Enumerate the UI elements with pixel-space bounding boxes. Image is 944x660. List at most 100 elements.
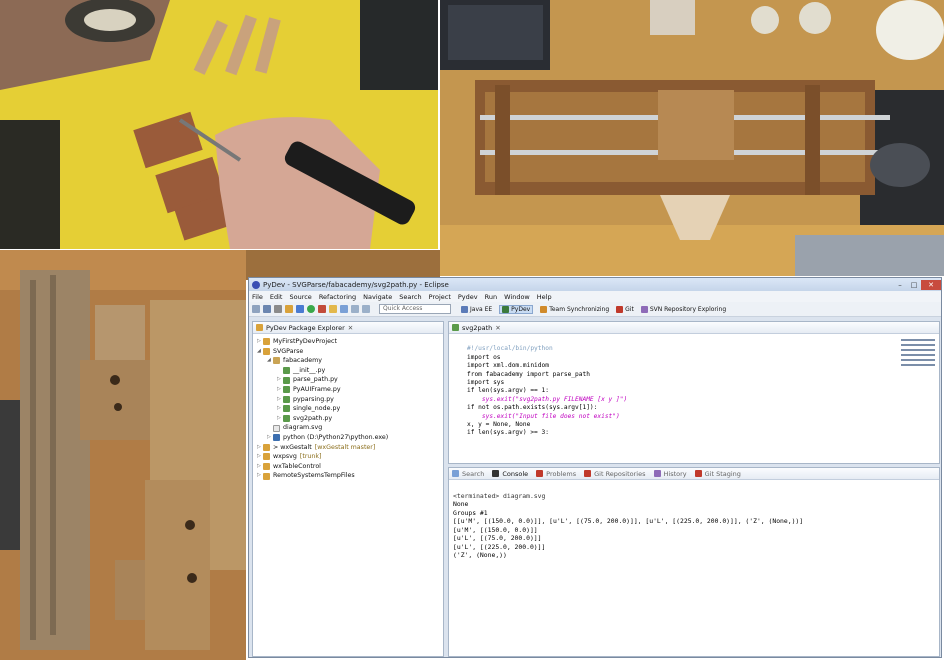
tab-console[interactable]: Console (492, 470, 528, 478)
menu-project[interactable]: Project (429, 293, 451, 301)
search-icon[interactable] (340, 305, 348, 313)
back-icon[interactable] (351, 305, 359, 313)
project-icon (263, 472, 270, 480)
editor-overview[interactable] (899, 336, 937, 396)
maximize-button[interactable]: □ (907, 280, 921, 290)
window-title: PyDev - SVGParse/fabacademy/svg2path.py … (263, 280, 449, 289)
tab-history[interactable]: History (653, 469, 687, 478)
menu-navigate[interactable]: Navigate (363, 293, 392, 301)
close-icon[interactable]: ✕ (348, 324, 353, 332)
code-area[interactable]: #!/usr/local/bin/python import os import x… (449, 334, 939, 455)
menu-file[interactable]: File (252, 293, 263, 301)
menu-run[interactable]: Run (485, 293, 497, 301)
print-icon[interactable] (274, 305, 282, 313)
main-toolbar: Quick Access Java EE PyDev Team Synchron… (249, 302, 941, 317)
tree-item-label: PyAUIFrame.py (293, 385, 341, 393)
soldering-photo (0, 0, 438, 249)
tab-console-label: Console (502, 469, 529, 478)
tab-svg2path[interactable]: svg2path ✕ (449, 322, 939, 334)
python-file-icon (283, 395, 290, 403)
open-folder-icon[interactable] (329, 305, 337, 313)
close-icon[interactable]: ✕ (495, 324, 500, 332)
perspective-java-ee[interactable]: Java EE (461, 305, 493, 313)
menu-edit[interactable]: Edit (270, 293, 283, 301)
python-file-icon (283, 386, 290, 394)
tree-item[interactable]: ▷ RemoteSystemsTempFiles (255, 471, 441, 481)
menu-source[interactable]: Source (289, 293, 311, 301)
code-line: from fabacademy import parse_path (467, 370, 590, 378)
console-line: [u'L', [(75.0, 200.0)]] (453, 534, 542, 542)
java-ee-icon (461, 305, 468, 313)
tree-item[interactable]: ▷ single_node.py (255, 404, 441, 414)
tab-git-repositories[interactable]: Git Repositories (584, 470, 646, 478)
table-strip (246, 250, 440, 280)
tree-item-label: single_node.py (293, 405, 341, 413)
menu-help[interactable]: Help (537, 293, 552, 301)
tree-item-label: RemoteSystemsTempFiles (273, 472, 355, 480)
console-status: <terminated> diagram.svg (453, 491, 546, 500)
tree-item[interactable]: ▷ python (D:\Python27\python.exe) (255, 433, 441, 443)
perspective-git-label: Git (625, 305, 634, 313)
code-line: if len(sys.argv) == 1: (467, 387, 549, 395)
tab-svg2path-label: svg2path (462, 323, 493, 332)
tree-item[interactable]: ▷ pyparsing.py (255, 395, 441, 405)
menu-pydev[interactable]: Pydev (458, 293, 478, 301)
code-line: import os (467, 353, 501, 361)
tree-item[interactable]: ▷ parse_path.py (255, 375, 441, 385)
tree-item[interactable]: ▷ > wxGestalt [wxGestalt master] (255, 443, 441, 453)
linear-axis-illustration (440, 0, 944, 276)
tree-item[interactable]: ◢ fabacademy (255, 356, 441, 366)
tree-item[interactable]: diagram.svg (255, 423, 441, 433)
eclipse-logo-icon (252, 280, 260, 289)
tree-item-label: parse_path.py (293, 376, 338, 384)
project-icon (263, 463, 270, 471)
tab-package-explorer[interactable]: PyDev Package Explorer ✕ (253, 322, 443, 334)
tree-item[interactable]: __init__.py (255, 366, 441, 376)
tree-item[interactable]: ▷ wxTableControl (255, 462, 441, 472)
minimize-button[interactable]: – (893, 280, 907, 290)
code-editor[interactable]: svg2path ✕ #!/usr/local/bin/python import… (448, 321, 940, 464)
git-icon (616, 305, 624, 313)
file-icon (273, 424, 280, 432)
console-view: Search Console Problems Git Repositories… (448, 467, 940, 657)
tree-item[interactable]: ◢ SVGParse (255, 347, 441, 357)
save-icon[interactable] (263, 305, 271, 313)
tab-git-staging[interactable]: Git Staging (694, 470, 741, 478)
tree-item[interactable]: ▷ PyAUIFrame.py (255, 385, 441, 395)
forward-icon[interactable] (362, 305, 370, 313)
external-tools-icon[interactable] (318, 305, 326, 313)
code-line: x, y = None, None (467, 421, 531, 429)
problems-icon (536, 470, 544, 477)
tab-search[interactable]: Search (452, 470, 484, 478)
svn-branch-decoration: [trunk] (299, 453, 322, 461)
perspective-svn[interactable]: SVN Repository Exploring (640, 305, 726, 313)
tree-item[interactable]: ▷ MyFirstPyDevProject (255, 337, 441, 347)
perspective-team-sync[interactable]: Team Synchronizing (540, 305, 609, 313)
project-icon (263, 347, 270, 355)
tree-item-label: wxTableControl (273, 462, 321, 470)
perspective-git[interactable]: Git (616, 305, 634, 313)
quick-access-input[interactable]: Quick Access (379, 304, 451, 314)
python-file-icon (283, 367, 290, 375)
console-output[interactable]: <terminated> diagram.svg None Groups #1 [[u… (449, 480, 939, 580)
tree-item-label: SVGParse (273, 347, 304, 355)
package-icon[interactable] (285, 305, 293, 313)
tab-history-label: History (663, 469, 687, 478)
window-controls: – □ ✕ (893, 279, 941, 290)
code-line: if not os.path.exists(sys.argv[1]): (467, 404, 598, 412)
menu-search[interactable]: Search (399, 293, 421, 301)
tree-item[interactable]: ▷ svg2path.py (255, 414, 441, 424)
close-button[interactable]: ✕ (921, 279, 941, 290)
tree-item-label: python (D:\Python27\python.exe) (283, 433, 389, 441)
menu-window[interactable]: Window (504, 293, 530, 301)
perspective-pydev[interactable]: PyDev (499, 304, 534, 314)
git-branch-decoration: [wxGestalt master] (314, 443, 376, 451)
menu-refactoring[interactable]: Refactoring (319, 293, 356, 301)
perspective-java-ee-label: Java EE (470, 305, 493, 313)
debug-icon[interactable] (296, 305, 304, 313)
tab-problems[interactable]: Problems (536, 470, 576, 478)
run-icon[interactable] (307, 305, 315, 313)
new-icon[interactable] (252, 305, 260, 313)
python-file-icon (283, 405, 290, 413)
tree-item[interactable]: ▷ wxpsvg [trunk] (255, 452, 441, 462)
